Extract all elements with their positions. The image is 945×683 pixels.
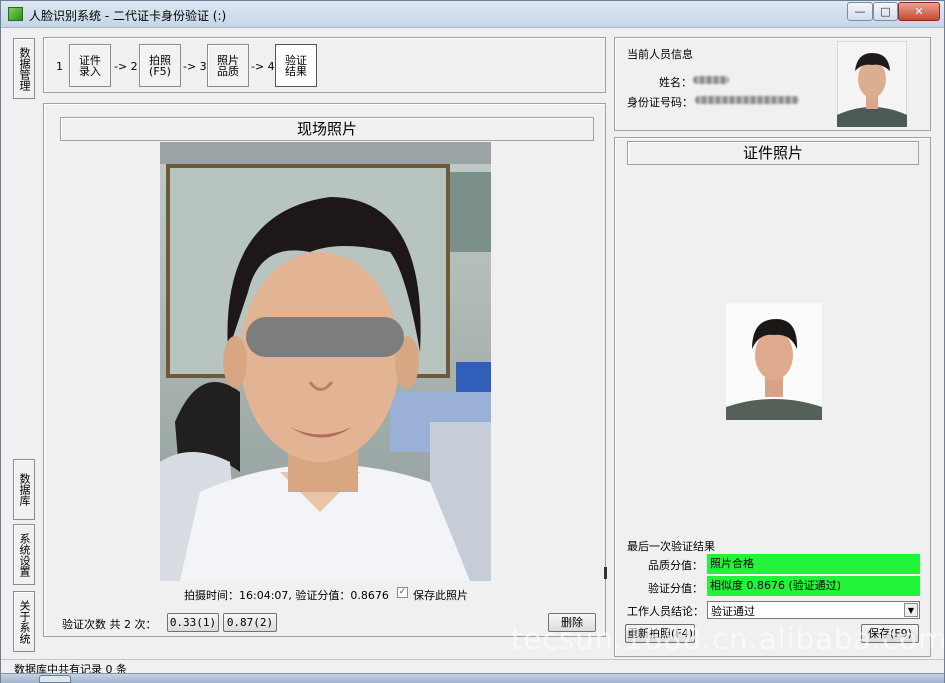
attempt-1-button[interactable]: 0.33(1) — [167, 613, 219, 632]
maximize-button[interactable]: □ — [873, 2, 898, 21]
app-icon — [8, 7, 23, 21]
save-photo-label: 保存此照片 — [413, 589, 468, 602]
minimize-button[interactable]: — — [847, 2, 873, 21]
person-info-heading: 当前人员信息 — [627, 48, 693, 61]
capture-info-text: 拍摄时间：16:04:07, 验证分值：0.8676 — [184, 589, 389, 602]
step-id-entry-button[interactable]: 证件录入 — [69, 44, 111, 87]
status-bar: 数据库中共有记录 0 条 — [1, 659, 944, 676]
live-photo — [160, 142, 491, 581]
score-label: 验证分值： — [648, 582, 703, 595]
person-thumbnail — [837, 41, 907, 127]
id-card-photo — [726, 303, 822, 420]
verify-count-label: 验证次数 共 2 次： — [62, 618, 157, 631]
taskbar-strip — [1, 673, 944, 683]
watermark-text: tecsun.1688.cn.alibaba.com — [511, 622, 945, 656]
close-button[interactable]: ✕ — [898, 2, 940, 21]
score-value: 相似度 0.8676 (验证通过) — [707, 576, 920, 596]
window-title: 人脸识别系统 - 二代证卡身份验证 (:) — [29, 9, 227, 23]
conclusion-select[interactable]: 验证通过 ▼ — [707, 601, 920, 619]
splitter-handle[interactable] — [604, 567, 607, 579]
step-result-button[interactable]: 验证结果 — [275, 44, 317, 87]
name-label: 姓名： — [659, 76, 692, 89]
quality-label: 品质分值： — [648, 559, 703, 572]
name-value-redacted — [693, 76, 729, 84]
chevron-down-icon[interactable]: ▼ — [904, 603, 918, 617]
step-3-arrow: -> 3 — [183, 60, 207, 73]
step-4-arrow: -> 4 — [251, 60, 275, 73]
title-bar: 人脸识别系统 - 二代证卡身份验证 (:) — □ ✕ — [1, 1, 944, 28]
result-heading: 最后一次验证结果 — [627, 540, 715, 553]
step-capture-button[interactable]: 拍照(F5) — [139, 44, 181, 87]
database-button[interactable]: 数据库 — [13, 459, 35, 520]
conclusion-select-value: 验证通过 — [711, 605, 755, 618]
conclusion-label: 工作人员结论： — [627, 605, 704, 618]
step-quality-button[interactable]: 照片品质 — [207, 44, 249, 87]
app-window: 人脸识别系统 - 二代证卡身份验证 (:) — □ ✕ 数据管理 数据库 系统设… — [0, 0, 945, 683]
id-number-label: 身份证号码： — [627, 96, 693, 109]
about-system-button[interactable]: 关于系统 — [13, 591, 35, 652]
step-2-arrow: -> 2 — [114, 60, 138, 73]
step-1-number: 1 — [56, 60, 63, 73]
attempt-2-button[interactable]: 0.87(2) — [223, 613, 277, 632]
quality-value: 照片合格 — [707, 554, 920, 574]
id-number-value-redacted — [695, 96, 799, 104]
data-management-button[interactable]: 数据管理 — [13, 38, 35, 99]
system-settings-button[interactable]: 系统设置 — [13, 524, 35, 585]
save-photo-checkbox[interactable]: ✓ — [397, 587, 408, 598]
id-photo-caption: 证件照片 — [627, 141, 919, 165]
taskbar-app-icon[interactable] — [39, 675, 71, 683]
live-photo-caption: 现场照片 — [60, 117, 594, 141]
